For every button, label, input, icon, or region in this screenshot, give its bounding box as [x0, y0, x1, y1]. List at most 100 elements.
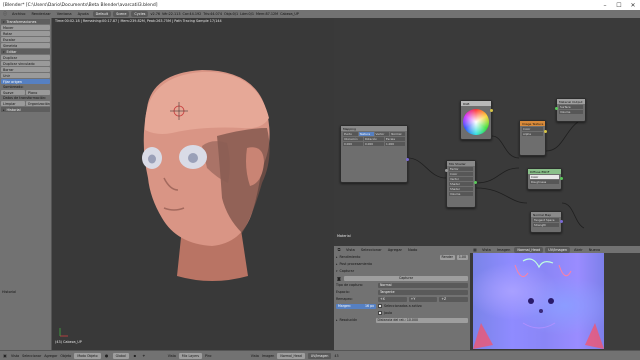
margin-field[interactable]: Margen: 16 px — [336, 303, 376, 309]
maximize-button[interactable]: ☐ — [612, 0, 626, 10]
diffuse-row-roughness[interactable]: Roughness — [530, 180, 559, 184]
3d-viewport[interactable]: Time:00:02.18 | Remaining:00:17.87 | Mem… — [52, 18, 334, 350]
expand-triangle-icon[interactable]: ▸ — [336, 318, 338, 322]
color-output-socket[interactable] — [490, 109, 493, 112]
color-wheel[interactable] — [463, 109, 489, 135]
node-editor[interactable]: Mapping Punto Textura Vector Normal Ubic… — [334, 18, 640, 246]
organize-button[interactable]: Organización — [25, 101, 50, 106]
viewport-shading-icon[interactable]: ● — [104, 353, 110, 359]
texture-output-socket[interactable] — [544, 130, 547, 133]
minimize-button[interactable]: – — [598, 0, 612, 10]
node-editor-type-icon[interactable]: ⧉ — [336, 247, 342, 253]
flat-button[interactable]: Plano — [26, 90, 50, 95]
selected-to-active-checkbox[interactable] — [378, 304, 382, 308]
menu-agregar[interactable]: Agregar — [386, 248, 404, 252]
diffuse-output-socket[interactable] — [560, 177, 563, 180]
space-select[interactable]: Tangente — [378, 289, 468, 295]
mapping-tab-vector[interactable]: Vector — [374, 132, 390, 136]
menu-archivo[interactable]: Archivo — [10, 12, 27, 16]
toolshelf-bottom-label[interactable]: Historial — [2, 290, 16, 294]
uv-mode-select[interactable]: UV/Imagen — [545, 246, 570, 253]
prop-row-bake[interactable]: ▾ Capturar — [336, 268, 468, 274]
menu-vista[interactable]: Vista — [344, 248, 357, 252]
prop-row-postprocess[interactable]: ▸ Post procesamiento — [336, 261, 468, 267]
output-node[interactable]: Material Output Surface Volume — [555, 98, 586, 122]
mapping-tab-normal[interactable]: Normal — [390, 132, 405, 136]
normal-map-row-strength[interactable]: Strength — [533, 223, 559, 227]
smooth-button[interactable]: Suave — [1, 90, 25, 95]
scale-button[interactable]: Escalar — [1, 37, 50, 42]
footer-menu-vista[interactable]: Vista — [11, 354, 19, 358]
render-engine-selector[interactable]: Cycles — [131, 11, 149, 17]
join-button[interactable]: Unir — [1, 73, 50, 78]
normal-map-output-socket[interactable] — [560, 220, 563, 223]
delete-button[interactable]: Borrar — [1, 67, 50, 72]
uv-menu-vista[interactable]: Vista — [480, 248, 493, 252]
3d-view-type-icon[interactable]: ▣ — [2, 353, 8, 359]
footer-image-name[interactable]: Normal_Head — [277, 352, 305, 359]
mapping-scale-value[interactable]: 1.000 — [385, 142, 405, 146]
rotate-button[interactable]: Rotar — [1, 31, 50, 36]
mirror-button[interactable]: Simetría — [1, 43, 50, 48]
texture-node[interactable]: Image Texture Color Alpha — [519, 120, 547, 156]
mix-node[interactable]: Mix Shader Factor Color Vector Shader Sh… — [445, 160, 477, 208]
footer-menu-agregar[interactable]: Agregar — [44, 354, 57, 358]
snap-icon[interactable]: ⌖ — [141, 353, 147, 359]
info-editor-icon[interactable]: ⓘ — [2, 11, 8, 17]
close-button[interactable]: ✕ — [626, 0, 640, 10]
image-new-button[interactable]: Nuevo — [587, 248, 603, 252]
diffuse-node[interactable]: Diffuse BSDF Color Roughness — [527, 168, 563, 190]
mapping-output-socket[interactable] — [406, 158, 409, 161]
mode-select[interactable]: Modo Objeto — [74, 352, 101, 359]
transform-section-header[interactable]: ▾ Transformaciones — [1, 19, 50, 24]
footer-uv-imagen[interactable]: Imagen — [262, 354, 274, 358]
normal-map-row-space[interactable]: Tangent Space — [533, 218, 559, 222]
duplicate-button[interactable]: Duplicar — [1, 55, 50, 60]
swizzle-x-select[interactable]: +X — [378, 296, 407, 302]
image-open-button[interactable]: Abrir — [572, 248, 585, 252]
diffuse-row-color[interactable]: Color — [530, 175, 559, 179]
menu-seleccionar[interactable]: Seleccionar — [359, 248, 384, 252]
bake-button[interactable]: Capturar — [344, 275, 468, 281]
duplicate-linked-button[interactable]: Duplicar vinculado — [1, 61, 50, 66]
mix-input-socket[interactable] — [445, 169, 448, 172]
mapping-location-value[interactable]: 0.000 — [343, 142, 363, 146]
prop-performance-value[interactable]: 1.00 — [456, 254, 468, 260]
ray-distance-field[interactable]: Distancia del rat.: 10.000 — [375, 317, 468, 323]
image-editor-type-icon[interactable]: ▦ — [472, 247, 478, 253]
footer-menu-vista-2[interactable]: Vista — [168, 354, 176, 358]
uv-menu-imagen[interactable]: Imagen — [495, 248, 513, 252]
mix-layers-select[interactable]: Mix Layers — [178, 352, 203, 359]
color-node[interactable]: RGB — [460, 100, 493, 140]
mapping-tab-texture[interactable]: Textura — [358, 132, 374, 136]
mix-output-socket[interactable] — [474, 181, 477, 184]
swizzle-y-select[interactable]: +Y — [408, 296, 438, 302]
footer-uv-mode[interactable]: UV/Imagen — [307, 352, 332, 359]
footer-pinc[interactable]: Pinc — [205, 354, 212, 358]
menu-renderizar[interactable]: Renderizar — [29, 12, 52, 16]
layer-icon[interactable]: ▪ — [132, 353, 138, 359]
mapping-tab-point[interactable]: Punto — [343, 132, 358, 136]
edit-section-header[interactable]: ▾ Editar — [1, 49, 50, 54]
mapping-rotation-value[interactable]: 0.000 — [364, 142, 384, 146]
mapping-node[interactable]: Mapping Punto Textura Vector Normal Ubic… — [340, 125, 409, 183]
footer-uv-vista[interactable]: Vista — [251, 354, 259, 358]
image-name-field[interactable]: Normal_Head — [514, 246, 544, 253]
move-button[interactable]: Mover — [1, 25, 50, 30]
footer-menu-objeto[interactable]: Objeto — [60, 354, 71, 358]
expand-triangle-icon[interactable]: ▸ — [336, 255, 338, 259]
prop-performance-field[interactable]: Render — [439, 254, 455, 260]
menu-ayuda[interactable]: Ayuda — [76, 12, 91, 16]
uv-image-editor[interactable] — [470, 253, 640, 350]
swizzle-z-select[interactable]: +Z — [439, 296, 469, 302]
transform-orientation-select[interactable]: Global — [112, 352, 129, 359]
menu-nodo[interactable]: Nodo — [406, 248, 419, 252]
layout-selector[interactable]: Default — [92, 11, 112, 17]
scene-selector[interactable]: Scene — [113, 11, 130, 17]
normal-map-image[interactable] — [473, 253, 604, 349]
output-input-socket[interactable] — [555, 107, 558, 110]
normal-map-node[interactable]: Normal Map Tangent Space Strength — [530, 211, 563, 233]
cage-checkbox[interactable] — [378, 311, 382, 315]
history-section-header[interactable]: ▸ Historial — [1, 107, 50, 112]
menu-ventana[interactable]: Ventana — [55, 12, 74, 16]
